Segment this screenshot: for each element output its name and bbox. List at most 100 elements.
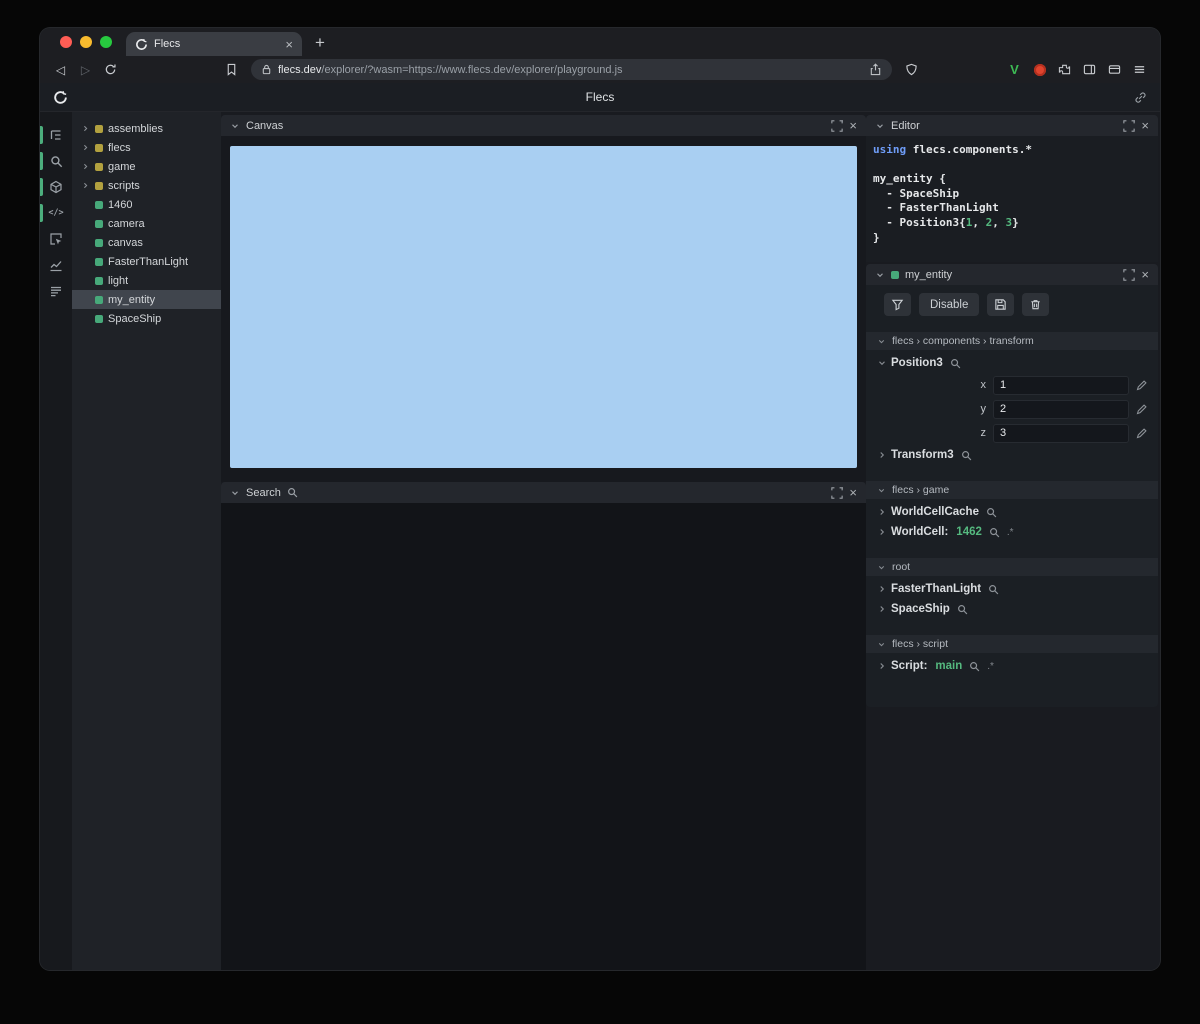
save-button[interactable] bbox=[987, 293, 1015, 316]
chevron-down-icon[interactable] bbox=[875, 121, 885, 131]
chevron-down-icon bbox=[877, 640, 886, 649]
module-swatch bbox=[95, 162, 103, 171]
chevron-down-icon[interactable] bbox=[230, 488, 240, 498]
tree-item-canvas[interactable]: canvas bbox=[72, 233, 221, 252]
component-row-fasterthanlight[interactable]: FasterThanLight bbox=[866, 579, 1158, 599]
close-icon[interactable]: × bbox=[1141, 268, 1149, 281]
search-icon[interactable] bbox=[986, 507, 997, 518]
bookmark-button[interactable] bbox=[220, 59, 243, 80]
chevron-down-icon[interactable] bbox=[875, 270, 885, 280]
minimize-window-button[interactable] bbox=[80, 36, 92, 48]
rail-journal-button[interactable] bbox=[40, 278, 72, 304]
section-header[interactable]: root bbox=[866, 558, 1158, 576]
page-title: Flecs bbox=[585, 90, 615, 104]
shield-icon bbox=[905, 63, 918, 76]
share-button[interactable] bbox=[869, 63, 882, 76]
tree-item-my-entity[interactable]: my_entity bbox=[72, 290, 221, 309]
rail-query-button[interactable] bbox=[40, 148, 72, 174]
section-header[interactable]: flecs › components › transform bbox=[866, 332, 1158, 350]
fullscreen-icon[interactable] bbox=[831, 120, 843, 132]
section-header[interactable]: flecs › game bbox=[866, 481, 1158, 499]
search-panel-title: Search bbox=[246, 486, 281, 499]
render-canvas[interactable] bbox=[230, 146, 857, 468]
fullscreen-icon[interactable] bbox=[1123, 269, 1135, 281]
filter-button[interactable] bbox=[884, 293, 911, 316]
delete-button[interactable] bbox=[1022, 293, 1050, 316]
edit-pencil-icon[interactable] bbox=[1136, 403, 1148, 415]
chevron-right-icon bbox=[81, 124, 90, 133]
x-value-input[interactable] bbox=[993, 375, 1129, 395]
extension-red-button[interactable] bbox=[1028, 59, 1051, 80]
edit-pencil-icon[interactable] bbox=[1136, 379, 1148, 391]
rail-tree-button[interactable] bbox=[40, 122, 72, 148]
section-root: root FasterThanLight SpaceShip bbox=[866, 558, 1158, 625]
tab-close-icon[interactable]: × bbox=[285, 38, 293, 51]
chevron-down-icon[interactable] bbox=[230, 121, 240, 131]
component-row-worldcell[interactable]: WorldCell: 1462 .* bbox=[866, 522, 1158, 542]
y-value-input[interactable] bbox=[993, 399, 1129, 419]
brave-shields-button[interactable] bbox=[900, 59, 923, 80]
search-icon[interactable] bbox=[989, 527, 1000, 538]
component-row-script[interactable]: Script: main .* bbox=[866, 656, 1158, 676]
module-swatch bbox=[95, 143, 103, 152]
search-icon[interactable] bbox=[950, 358, 961, 369]
tree-item-assemblies[interactable]: assemblies bbox=[72, 119, 221, 138]
rail-stats-button[interactable] bbox=[40, 252, 72, 278]
tree-item-1460[interactable]: 1460 bbox=[72, 195, 221, 214]
rail-entities-button[interactable] bbox=[40, 174, 72, 200]
tree-item-light[interactable]: light bbox=[72, 271, 221, 290]
code-editor[interactable]: using flecs.components.* my_entity { - S… bbox=[866, 136, 1158, 262]
share-link-button[interactable] bbox=[1134, 91, 1147, 104]
search-icon[interactable] bbox=[988, 584, 999, 595]
entity-swatch bbox=[95, 295, 103, 304]
extension-v-button[interactable]: V bbox=[1003, 59, 1026, 80]
rail-scripts-button[interactable]: </> bbox=[40, 200, 72, 226]
search-icon[interactable] bbox=[969, 661, 980, 672]
screenshot-root: Flecs × + ◁ ▷ flecs.dev/explorer/?wasm=h… bbox=[0, 0, 1200, 1024]
reload-button[interactable] bbox=[99, 59, 122, 80]
tree-item-scripts[interactable]: scripts bbox=[72, 176, 221, 195]
component-row-worldcellcache[interactable]: WorldCellCache bbox=[866, 502, 1158, 522]
tree-item-fasterthanlight[interactable]: FasterThanLight bbox=[72, 252, 221, 271]
extensions-button[interactable] bbox=[1053, 59, 1076, 80]
editor-panel-header: Editor × bbox=[866, 115, 1158, 136]
tree-item-camera[interactable]: camera bbox=[72, 214, 221, 233]
close-icon[interactable]: × bbox=[1141, 119, 1149, 132]
hamburger-icon bbox=[1133, 63, 1146, 76]
reload-icon bbox=[104, 63, 117, 76]
tree-item-spaceship[interactable]: SpaceShip bbox=[72, 309, 221, 328]
code-line: } bbox=[873, 230, 880, 244]
browser-tab-strip: Flecs × + bbox=[40, 28, 1160, 56]
close-icon[interactable]: × bbox=[849, 119, 857, 132]
close-icon[interactable]: × bbox=[849, 486, 857, 499]
z-value-input[interactable] bbox=[993, 423, 1129, 443]
fullscreen-icon[interactable] bbox=[831, 487, 843, 499]
component-row-transform3[interactable]: Transform3 bbox=[866, 445, 1158, 465]
rail-inspector-button[interactable] bbox=[40, 226, 72, 252]
tree-item-flecs[interactable]: flecs bbox=[72, 138, 221, 157]
chevron-right-icon bbox=[81, 162, 90, 171]
sidebar-toggle-button[interactable] bbox=[1078, 59, 1101, 80]
section-header[interactable]: flecs › script bbox=[866, 635, 1158, 653]
zoom-window-button[interactable] bbox=[100, 36, 112, 48]
disable-button[interactable]: Disable bbox=[919, 293, 980, 316]
forward-button[interactable]: ▷ bbox=[74, 59, 97, 80]
address-bar[interactable]: flecs.dev/explorer/?wasm=https://www.fle… bbox=[251, 59, 892, 80]
search-icon[interactable] bbox=[961, 450, 972, 461]
new-tab-button[interactable]: + bbox=[315, 34, 325, 51]
menu-button[interactable] bbox=[1128, 59, 1151, 80]
code-line: - FasterThanLight bbox=[873, 201, 999, 215]
edit-pencil-icon[interactable] bbox=[1136, 427, 1148, 439]
close-window-button[interactable] bbox=[60, 36, 72, 48]
search-icon[interactable] bbox=[957, 604, 968, 615]
component-row-position3[interactable]: Position3 bbox=[866, 353, 1158, 373]
chevron-down-icon bbox=[877, 337, 886, 346]
browser-tab[interactable]: Flecs × bbox=[126, 32, 302, 56]
component-row-spaceship[interactable]: SpaceShip bbox=[866, 599, 1158, 619]
back-button[interactable]: ◁ bbox=[49, 59, 72, 80]
tree-item-game[interactable]: game bbox=[72, 157, 221, 176]
lock-icon bbox=[261, 64, 272, 75]
canvas-panel-header: Canvas × bbox=[221, 115, 866, 136]
wallet-button[interactable] bbox=[1103, 59, 1126, 80]
fullscreen-icon[interactable] bbox=[1123, 120, 1135, 132]
